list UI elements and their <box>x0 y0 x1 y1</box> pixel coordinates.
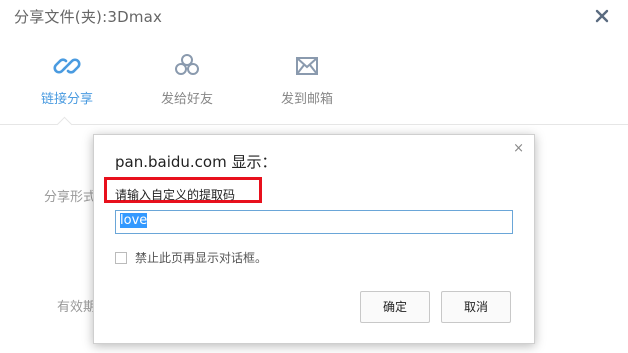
friends-icon <box>175 54 199 75</box>
share-form-label: 分享形式 <box>44 190 97 205</box>
share-tabs: 链接分享 发给好友 发到邮箱 <box>0 50 628 122</box>
validity-label: 有效期 <box>57 300 97 315</box>
close-icon[interactable] <box>594 8 610 24</box>
prompt-origin: pan.baidu.com 显示： <box>115 153 277 171</box>
ok-button[interactable]: 确定 <box>360 291 430 323</box>
tab-send-email-label: 发到邮箱 <box>280 92 333 107</box>
tab-send-friends[interactable]: 发给好友 <box>142 50 232 107</box>
tabs-divider <box>0 124 628 125</box>
prompt-dialog: pan.baidu.com 显示： × 请输入自定义的提取码 love 禁止此页… <box>93 134 535 344</box>
extraction-code-input[interactable]: love <box>115 210 513 234</box>
tab-link-share-label: 链接分享 <box>40 92 93 107</box>
link-icon <box>53 58 81 74</box>
input-value: love <box>120 213 148 228</box>
email-icon <box>296 57 318 75</box>
prompt-close-icon[interactable]: × <box>513 141 524 156</box>
cancel-button[interactable]: 取消 <box>441 291 511 323</box>
suppress-dialogs-row: 禁止此页再显示对话框。 <box>115 249 267 266</box>
suppress-dialogs-label: 禁止此页再显示对话框。 <box>135 251 268 265</box>
tab-link-share[interactable]: 链接分享 <box>22 50 112 107</box>
tab-send-friends-label: 发给好友 <box>160 92 213 107</box>
share-dialog-title: 分享文件(夹):3Dmax <box>14 8 163 26</box>
suppress-dialogs-checkbox[interactable] <box>115 251 127 264</box>
prompt-message: 请输入自定义的提取码 <box>115 188 236 202</box>
tab-send-email[interactable]: 发到邮箱 <box>262 50 352 107</box>
